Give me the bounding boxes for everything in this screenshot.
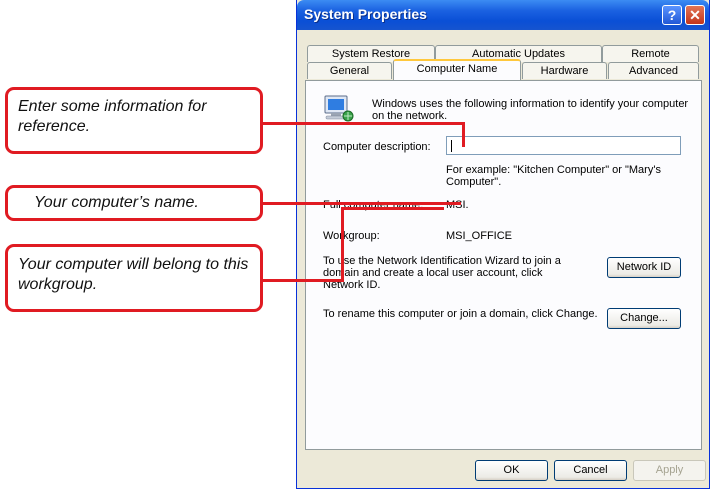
callout-workgroup: Your computer will belong to this workgr… — [5, 244, 263, 312]
ok-button[interactable]: OK — [475, 460, 548, 481]
workgroup-value: MSI_OFFICE — [446, 230, 513, 242]
tab-hardware[interactable]: Hardware — [522, 62, 607, 79]
description-label: Computer description: — [323, 141, 431, 153]
apply-button[interactable]: Apply — [633, 460, 706, 481]
tab-remote[interactable]: Remote — [602, 45, 699, 62]
connector-computer-name — [263, 202, 461, 205]
description-example: For example: "Kitchen Computer" or "Mary… — [446, 164, 661, 188]
callout-computer-name-text: Your computer’s name. — [34, 194, 199, 211]
connector-workgroup-h1 — [263, 279, 344, 282]
callout-description-text: Enter some information for reference. — [18, 98, 207, 135]
help-icon[interactable]: ? — [662, 5, 682, 25]
connector-workgroup-h2 — [341, 207, 444, 210]
tab-computer-name[interactable]: Computer Name — [393, 59, 521, 80]
computer-name-panel: Windows uses the following information t… — [305, 80, 702, 450]
change-text: To rename this computer or join a domain… — [323, 308, 598, 320]
tab-general[interactable]: General — [307, 62, 392, 79]
workgroup-label: Workgroup: — [323, 230, 380, 242]
callout-computer-name: Your computer’s name. — [5, 185, 263, 221]
cancel-button[interactable]: Cancel — [554, 460, 627, 481]
connector-description-h — [263, 122, 465, 125]
callout-workgroup-text: Your computer will belong to this workgr… — [18, 256, 249, 293]
change-button[interactable]: Change... — [607, 308, 681, 329]
tab-advanced[interactable]: Advanced — [608, 62, 699, 79]
system-properties-window: System Properties ? ✕ System Restore Aut… — [296, 0, 710, 489]
computer-description-input[interactable] — [446, 136, 681, 155]
network-id-text: To use the Network Identification Wizard… — [323, 255, 561, 291]
text-cursor — [451, 140, 452, 152]
connector-description-v — [462, 122, 465, 147]
callout-description: Enter some information for reference. — [5, 87, 263, 154]
close-icon[interactable]: ✕ — [685, 5, 705, 25]
title-bar[interactable]: System Properties ? ✕ — [297, 0, 709, 30]
full-name-value: MSI. — [446, 199, 469, 211]
network-id-button[interactable]: Network ID — [607, 257, 681, 278]
window-title: System Properties — [304, 6, 427, 22]
connector-workgroup-v — [341, 207, 344, 282]
intro-text: Windows uses the following information t… — [372, 98, 689, 122]
